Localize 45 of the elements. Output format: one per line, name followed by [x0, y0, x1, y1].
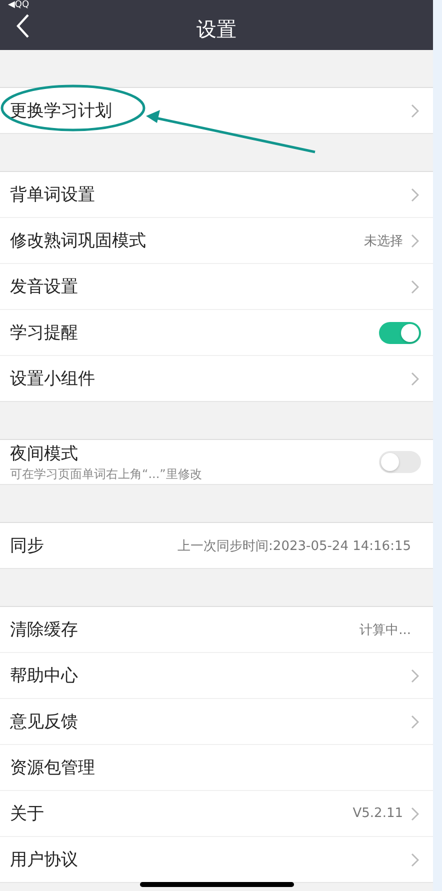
- row-label: 背单词设置: [10, 184, 96, 206]
- toggle-switch[interactable]: [379, 322, 421, 344]
- row-value: 上一次同步时间:2023-05-24 14:16:15: [178, 538, 411, 554]
- status-back-text[interactable]: ◀QQ: [8, 0, 30, 10]
- toggle-switch[interactable]: [379, 451, 421, 473]
- row-label: 设置小组件: [10, 368, 96, 390]
- row-value: V5.2.11: [352, 806, 403, 821]
- chevron-icon: [411, 806, 419, 820]
- chevron-icon: [411, 104, 419, 118]
- settings-row[interactable]: 意见反馈: [0, 698, 433, 744]
- row-label: 资源包管理: [10, 757, 96, 779]
- row-label: 同步: [10, 535, 45, 557]
- chevron-icon: [411, 372, 419, 386]
- row-value: 计算中...: [360, 622, 411, 638]
- row-label: 发音设置: [10, 276, 79, 298]
- page-title: 设置: [196, 16, 236, 42]
- row-label: 意见反馈: [10, 711, 79, 733]
- chevron-icon: [411, 668, 419, 682]
- row-label: 夜间模式: [10, 442, 79, 464]
- chevron-icon: [411, 234, 419, 248]
- chevron-icon: [411, 852, 419, 866]
- settings-row[interactable]: 资源包管理: [0, 744, 433, 790]
- row-label: 用户协议: [10, 849, 79, 871]
- settings-row[interactable]: 清除缓存 计算中...: [0, 607, 433, 652]
- chevron-icon: [411, 714, 419, 728]
- row-label: 学习提醒: [10, 322, 79, 344]
- settings-row[interactable]: 学习提醒: [0, 309, 433, 355]
- settings-row[interactable]: 夜间模式 可在学习页面单词右上角“...”里修改: [0, 440, 433, 484]
- settings-row[interactable]: 更换学习计划: [0, 88, 433, 133]
- row-subtitle: 可在学习页面单词右上角“...”里修改: [10, 466, 203, 482]
- row-label: 帮助中心: [10, 665, 79, 687]
- row-label: 关于: [10, 803, 45, 825]
- chevron-icon: [411, 188, 419, 202]
- settings-row[interactable]: 关于 V5.2.11: [0, 790, 433, 836]
- settings-row[interactable]: 同步 上一次同步时间:2023-05-24 14:16:15: [0, 523, 433, 568]
- row-value: 未选择: [364, 232, 403, 250]
- settings-row[interactable]: 帮助中心: [0, 652, 433, 698]
- settings-row[interactable]: 发音设置: [0, 263, 433, 309]
- settings-row[interactable]: 设置小组件: [0, 355, 433, 401]
- settings-row[interactable]: 背单词设置: [0, 172, 433, 217]
- row-label: 修改熟词巩固模式: [10, 230, 147, 252]
- settings-row[interactable]: 修改熟词巩固模式 未选择: [0, 217, 433, 263]
- chevron-icon: [411, 280, 419, 294]
- row-label: 更换学习计划: [10, 100, 113, 122]
- row-label: 清除缓存: [10, 619, 79, 641]
